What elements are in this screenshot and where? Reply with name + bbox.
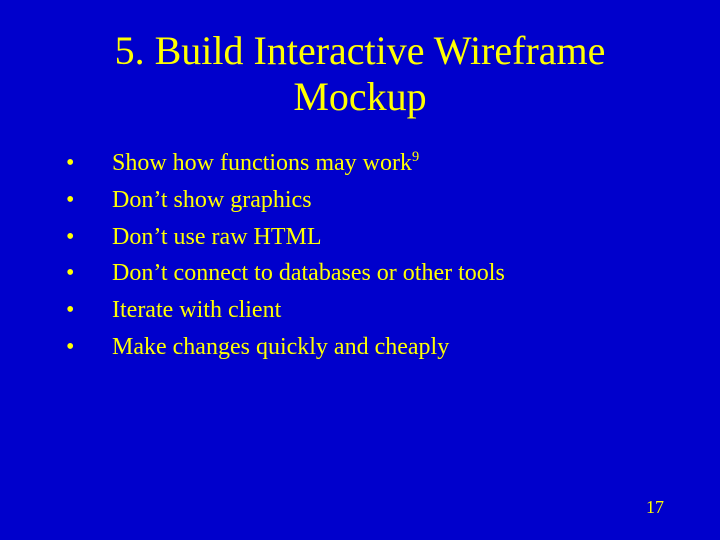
bullet-text: Don’t show graphics	[112, 183, 670, 218]
page-number: 17	[646, 497, 664, 518]
list-item: • Don’t use raw HTML	[64, 220, 670, 255]
bullet-icon: •	[64, 220, 112, 255]
bullet-text: Make changes quickly and cheaply	[112, 330, 670, 365]
list-item: • Iterate with client	[64, 293, 670, 328]
bullet-icon: •	[64, 293, 112, 328]
list-item: • Don’t connect to databases or other to…	[64, 256, 670, 291]
list-item: • Don’t show graphics	[64, 183, 670, 218]
bullet-icon: •	[64, 256, 112, 291]
bullet-text: Don’t use raw HTML	[112, 220, 670, 255]
bullet-icon: •	[64, 330, 112, 365]
list-item: • Show how functions may work9	[64, 146, 670, 181]
slide-title: 5. Build Interactive Wireframe Mockup	[50, 28, 670, 120]
bullet-icon: •	[64, 183, 112, 218]
bullet-text: Don’t connect to databases or other tool…	[112, 256, 670, 291]
bullet-list: • Show how functions may work9 • Don’t s…	[50, 146, 670, 365]
bullet-text: Show how functions may work9	[112, 146, 670, 181]
slide: 5. Build Interactive Wireframe Mockup • …	[0, 0, 720, 540]
bullet-icon: •	[64, 146, 112, 181]
list-item: • Make changes quickly and cheaply	[64, 330, 670, 365]
superscript: 9	[412, 149, 419, 165]
bullet-text: Iterate with client	[112, 293, 670, 328]
